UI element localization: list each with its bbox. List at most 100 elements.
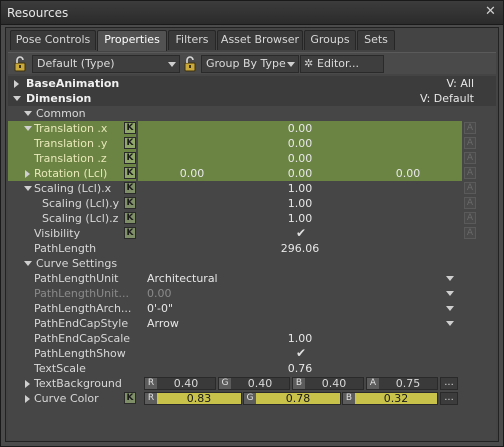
animate-button[interactable]: A [464,152,476,164]
value-cell[interactable]: 0.00 0.00 0.00 [138,166,462,181]
animate-button[interactable]: A [464,212,476,224]
property-row-curve-color[interactable]: Curve Color K R 0.83 G 0.78 B 0.32 ... [8,391,496,406]
property-row-path-length[interactable]: PathLength 296.06 [8,241,496,256]
key-button[interactable]: K [124,137,136,149]
value-dropdown[interactable]: Arrow [138,316,462,331]
property-label: Visibility [34,227,81,240]
animate-button[interactable]: A [464,197,476,209]
curve-color-g-field[interactable]: G 0.78 [243,392,341,405]
animate-button[interactable]: A [464,122,476,134]
property-row-text-background[interactable]: TextBackground R 0.40 G 0.40 B 0.40 A 0.… [8,376,496,391]
value-dropdown[interactable]: Architectural [138,271,462,286]
expand-icon[interactable] [25,380,30,388]
text-bg-r-field[interactable]: R 0.40 [144,377,216,390]
visibility-checkbox[interactable]: ✔ [296,226,306,240]
path-length-show-checkbox[interactable]: ✔ [296,346,306,360]
property-row-path-end-cap-scale[interactable]: PathEndCapScale 1.00 [8,331,496,346]
property-row-path-length-unit-disabled: PathLengthUnit... 0.00 [8,286,496,301]
tab-filters[interactable]: Filters [168,30,216,50]
animate-button[interactable]: A [464,167,476,179]
collapse-icon[interactable] [24,261,32,266]
property-row-path-length-show[interactable]: PathLengthShow ✔ [8,346,496,361]
animate-button[interactable]: A [464,182,476,194]
collapse-icon[interactable] [24,126,32,131]
tab-sets[interactable]: Sets [357,30,395,50]
curve-color-r-field[interactable]: R 0.83 [144,392,242,405]
property-label: PathLength [34,242,97,255]
group-by-combo[interactable]: Group By Type [201,55,299,73]
key-button[interactable]: K [124,197,136,209]
property-row-translation-y[interactable]: Translation .y K 0.00 A [8,136,496,151]
value-cell[interactable]: 0.00 [138,121,462,136]
key-button[interactable]: K [124,152,136,164]
subgroup-row-common[interactable]: Common [8,106,496,121]
channel-label: R [145,393,157,404]
key-button[interactable]: K [124,182,136,194]
property-row-scaling-y[interactable]: Scaling (Lcl).y K 1.00 A [8,196,496,211]
key-button[interactable]: K [124,212,136,224]
property-row-scaling-z[interactable]: Scaling (Lcl).z K 1.00 A [8,211,496,226]
lock-icon[interactable] [182,56,198,72]
property-label: Scaling (Lcl).x [34,182,112,195]
channel-value: 0.40 [321,377,347,390]
property-row-path-length-unit[interactable]: PathLengthUnit Architectural [8,271,496,286]
property-value: 0.00 [287,137,313,150]
title-bar[interactable]: Resources ✕ [1,1,503,25]
property-label: Scaling (Lcl).y [42,197,120,210]
tab-asset-browser[interactable]: Asset Browser [217,30,303,50]
collapse-icon[interactable] [24,186,32,191]
key-button[interactable]: K [124,122,136,134]
lock-open-icon[interactable] [12,56,28,72]
chevron-down-icon [287,62,295,67]
group-value: V: All [446,77,474,90]
channel-value: 0.78 [285,392,311,405]
value-cell[interactable]: 1.00 [138,211,462,226]
property-row-rotation[interactable]: Rotation (Lcl) K 0.00 0.00 0.00 A [8,166,496,181]
expand-icon[interactable] [25,395,30,403]
key-button[interactable]: K [124,392,136,404]
value-cell[interactable]: 296.06 [138,241,462,256]
value-cell[interactable]: 1.00 [138,196,462,211]
value-cell[interactable]: 1.00 [138,331,462,346]
property-row-path-length-arch[interactable]: PathLengthArch... 0'-0" [8,301,496,316]
subgroup-row-curve-settings[interactable]: Curve Settings [8,256,496,271]
editor-button[interactable]: ✲ Editor... [300,55,384,73]
group-row-dimension[interactable]: Dimension V: Default [8,91,496,106]
property-row-visibility[interactable]: Visibility K ✔ A [8,226,496,241]
channel-value: 0.75 [395,377,421,390]
text-bg-a-field[interactable]: A 0.75 [366,377,438,390]
property-row-translation-z[interactable]: Translation .z K 0.00 A [8,151,496,166]
text-bg-g-field[interactable]: G 0.40 [218,377,290,390]
properties-toolbar: Default (Type) Group By Type ✲ Editor... [8,52,496,74]
property-value: 0.00 [287,152,313,165]
key-button[interactable]: K [124,227,136,239]
curve-color-more-button[interactable]: ... [440,392,458,405]
tab-pose-controls[interactable]: Pose Controls [10,30,96,50]
value-cell[interactable]: 0.76 [138,361,462,376]
channel-label: G [219,378,231,389]
animate-button[interactable]: A [464,227,476,239]
property-row-scaling-x[interactable]: Scaling (Lcl).x K 1.00 A [8,181,496,196]
property-row-path-end-cap-style[interactable]: PathEndCapStyle Arrow [8,316,496,331]
group-row-base-animation[interactable]: BaseAnimation V: All [8,76,496,91]
animate-button[interactable]: A [464,137,476,149]
curve-color-b-field[interactable]: B 0.32 [342,392,438,405]
property-value: 1.00 [287,332,313,345]
value-cell[interactable]: 0.00 [138,136,462,151]
key-button[interactable]: K [124,167,136,179]
property-row-translation-x[interactable]: Translation .x K 0.00 A [8,121,496,136]
filter-combo[interactable]: Default (Type) [32,55,180,73]
property-row-text-scale[interactable]: TextScale 0.76 [8,361,496,376]
tab-properties[interactable]: Properties [97,30,167,51]
collapse-icon[interactable] [13,96,21,101]
expand-icon[interactable] [25,170,30,178]
text-bg-more-button[interactable]: ... [440,377,458,390]
value-dropdown[interactable]: 0'-0" [138,301,462,316]
tab-groups[interactable]: Groups [304,30,356,50]
close-icon[interactable]: ✕ [483,5,498,20]
collapse-icon[interactable] [24,111,32,116]
expand-icon[interactable] [14,80,19,88]
value-cell[interactable]: 1.00 [138,181,462,196]
value-cell[interactable]: 0.00 [138,151,462,166]
text-bg-b-field[interactable]: B 0.40 [292,377,364,390]
